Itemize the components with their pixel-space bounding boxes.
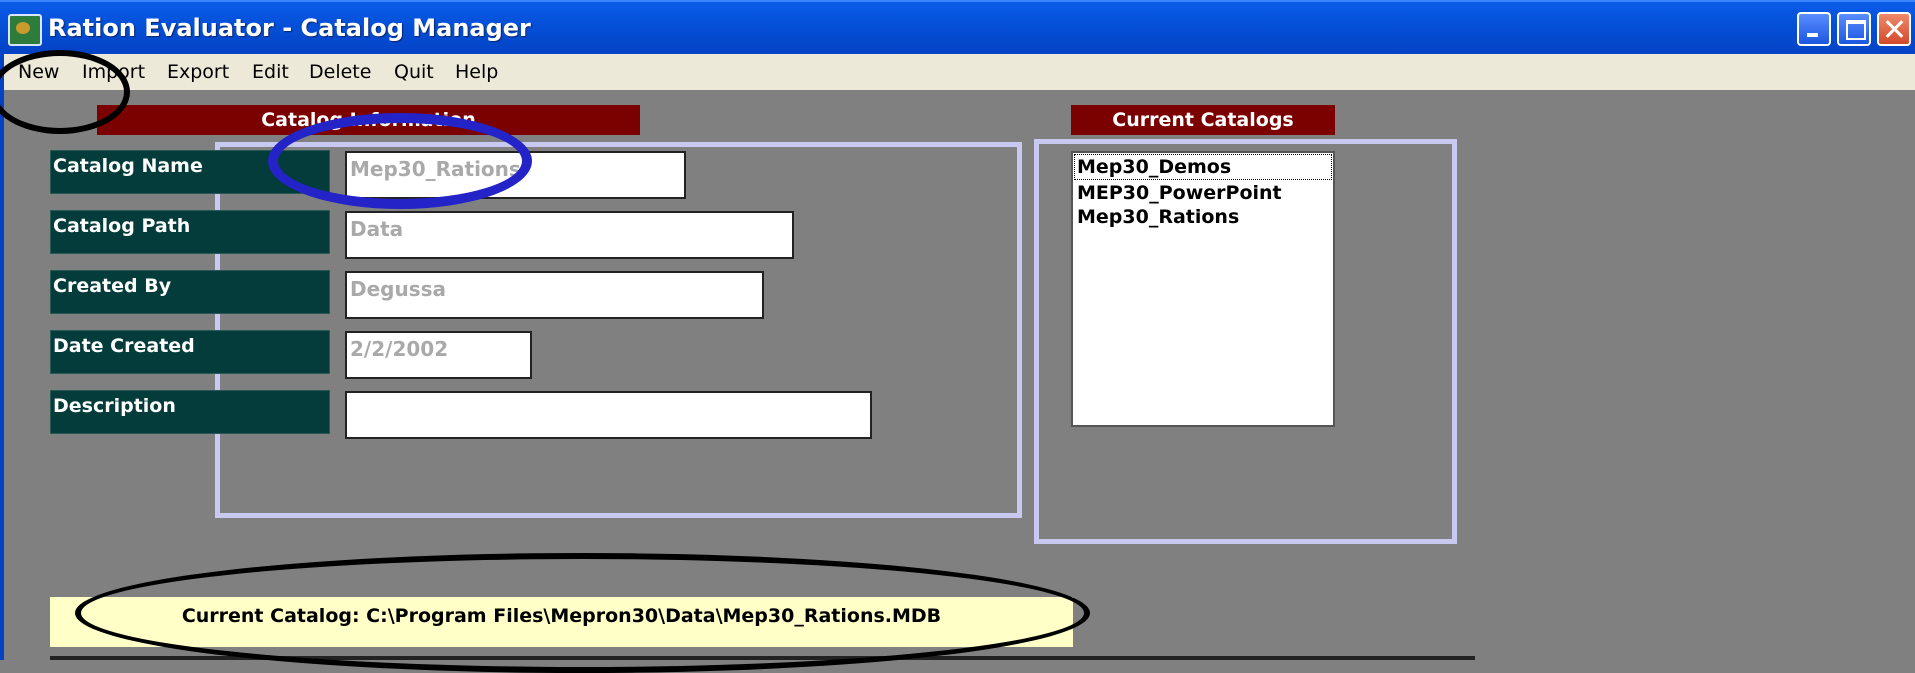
title-bar: Ration Evaluator - Catalog Manager <box>0 0 1915 56</box>
catalog-list-item[interactable]: Mep30_Rations <box>1073 205 1333 229</box>
menu-edit[interactable]: Edit <box>252 61 289 83</box>
created-by-label: Created By <box>50 270 330 314</box>
catalog-name-field[interactable]: Mep30_Rations <box>345 151 686 199</box>
minimize-button[interactable] <box>1797 12 1831 46</box>
window-title: Ration Evaluator - Catalog Manager <box>48 14 531 42</box>
description-field[interactable] <box>345 391 872 439</box>
catalog-list-item[interactable]: Mep30_Demos <box>1074 154 1332 180</box>
close-button[interactable] <box>1877 12 1911 46</box>
menu-bar: New Import Export Edit Delete Quit Help <box>0 54 1915 90</box>
menu-export[interactable]: Export <box>167 61 229 83</box>
current-catalogs-header: Current Catalogs <box>1071 105 1335 135</box>
catalog-name-label: Catalog Name <box>50 150 330 194</box>
menu-import[interactable]: Import <box>82 61 145 83</box>
date-created-label: Date Created <box>50 330 330 374</box>
created-by-field[interactable]: Degussa <box>345 271 764 319</box>
description-label: Description <box>50 390 330 434</box>
menu-delete[interactable]: Delete <box>309 61 371 83</box>
catalog-path-label: Catalog Path <box>50 210 330 254</box>
window-left-border <box>0 90 4 660</box>
menu-help[interactable]: Help <box>455 61 498 83</box>
current-catalogs-listbox[interactable]: Mep30_Demos MEP30_PowerPoint Mep30_Ratio… <box>1071 151 1335 427</box>
menu-quit[interactable]: Quit <box>394 61 434 83</box>
date-created-field[interactable]: 2/2/2002 <box>345 331 532 379</box>
catalog-information-header: Catalog Information <box>97 105 640 135</box>
catalog-list-item[interactable]: MEP30_PowerPoint <box>1073 181 1333 205</box>
maximize-button[interactable] <box>1837 12 1871 46</box>
current-catalog-status: Current Catalog: C:\Program Files\Mepron… <box>50 597 1073 647</box>
app-icon <box>8 14 42 46</box>
catalog-path-field[interactable]: Data <box>345 211 794 259</box>
bottom-divider <box>50 656 1475 660</box>
menu-new[interactable]: New <box>18 61 59 83</box>
